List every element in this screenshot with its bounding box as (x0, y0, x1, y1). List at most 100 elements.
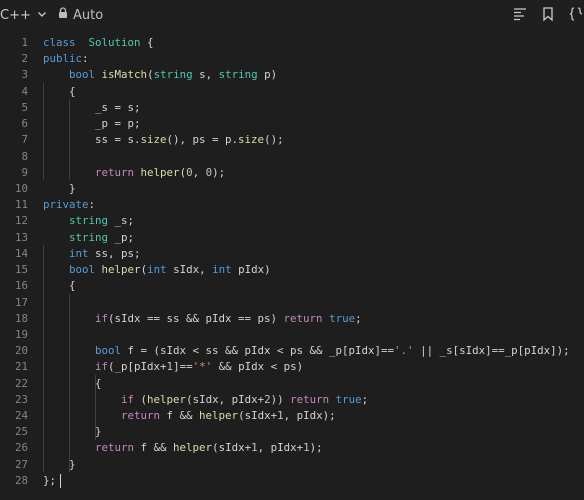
language-select[interactable]: C++ (0, 6, 47, 24)
code-text[interactable]: }; (43, 473, 56, 489)
code-token: s, (192, 68, 219, 82)
code-line: 26 return f && helper(sIdx+1, pIdx+1); (0, 440, 584, 456)
code-token: private (43, 198, 89, 212)
code-token: && pIdx < ps) (212, 360, 304, 374)
language-label: C++ (0, 7, 31, 23)
line-number: 5 (21, 100, 28, 114)
code-text[interactable]: string _s; (43, 213, 134, 229)
code-token: if (95, 360, 109, 374)
code-line: 9 return helper(0, 0); (0, 165, 584, 181)
code-token: , pIdx+ (257, 441, 304, 455)
line-number: 7 (21, 133, 28, 147)
line-number: 11 (14, 198, 28, 212)
code-text[interactable]: bool f = (sIdx < ss && pIdx < ps && _p[p… (43, 343, 570, 359)
code-token: (_p[pIdx+ (108, 360, 167, 374)
text-cursor (60, 474, 61, 488)
code-editor[interactable]: 1 class Solution {2 public: 3 bool isMatch(… (0, 30, 584, 500)
code-token: string (69, 214, 109, 228)
code-line: 8 (0, 149, 584, 165)
code-token: )) (270, 392, 284, 406)
code-text[interactable]: bool isMatch(string s, string p) (43, 67, 277, 83)
code-text[interactable]: return f && helper(sIdx+1, pIdx+1); (43, 440, 323, 456)
code-token: return (121, 409, 161, 423)
code-text[interactable]: if(_p[pIdx+1]=='*' && pIdx < ps) (43, 359, 303, 375)
code-line: 20 bool f = (sIdx < ss && pIdx < ps && _… (0, 343, 584, 359)
code-token: : (88, 198, 96, 212)
code-text[interactable]: return helper(0, 0); (43, 165, 225, 181)
code-text[interactable]: return f && helper(sIdx+1, pIdx); (43, 408, 336, 424)
line-number: 19 (14, 327, 28, 341)
code-line: 6 _p = p; (0, 116, 584, 132)
code-text[interactable]: public: (43, 51, 89, 67)
code-text[interactable]: { (43, 376, 102, 392)
line-number: 25 (14, 425, 28, 439)
code-token: _p; (108, 230, 135, 244)
code-token: , pIdx); (283, 409, 336, 423)
code-token: helper (173, 441, 213, 455)
code-line: 19 (0, 327, 584, 343)
code-text[interactable]: if (helper(sIdx, pIdx+2)) return true; (43, 392, 368, 408)
code-token: { (43, 376, 102, 390)
code-text[interactable]: { (43, 84, 76, 100)
code-line: 27 } (0, 457, 584, 473)
code-text[interactable]: _p = p; (43, 116, 141, 132)
code-token: { (43, 279, 76, 293)
code-line: 2 public: (0, 51, 584, 67)
code-line: 5 _s = s; (0, 100, 584, 116)
code-token: return (95, 165, 135, 179)
code-lines: 1 class Solution {2 public: 3 bool isMatch(… (0, 35, 584, 489)
code-line: 16 { (0, 278, 584, 294)
bookmark-icon[interactable] (540, 6, 556, 22)
code-text[interactable]: } (43, 181, 76, 197)
code-token: ); (212, 165, 226, 179)
code-token: return (283, 311, 323, 325)
code-token: string (153, 68, 193, 82)
code-text[interactable]: ss = s.size(), ps = p.size(); (43, 132, 284, 148)
code-token: pIdx) (231, 263, 271, 277)
code-token: if (95, 311, 109, 325)
line-number: 12 (14, 214, 28, 228)
code-line: 4 { (0, 84, 584, 100)
code-line: 1 class Solution { (0, 35, 584, 51)
code-token: } (43, 425, 102, 439)
code-text[interactable]: if(sIdx == ss && pIdx == ps) return true… (43, 311, 362, 327)
line-number: 6 (21, 117, 28, 131)
code-text[interactable]: } (43, 457, 76, 473)
code-text[interactable]: _s = s; (43, 100, 141, 116)
code-token: int (69, 246, 89, 260)
code-token: f = (sIdx < ss && pIdx < ps && _p[pIdx]=… (121, 344, 395, 358)
autocomplete-mode[interactable]: Auto (58, 6, 103, 24)
code-text[interactable]: bool helper(int sIdx, int pIdx) (43, 262, 271, 278)
line-number: 16 (14, 279, 28, 293)
code-token: '*' (192, 360, 213, 374)
code-line: 21 if(_p[pIdx+1]=='*' && pIdx < ps) (0, 359, 584, 375)
line-number: 3 (21, 68, 28, 82)
code-token: public (43, 52, 83, 66)
code-token: ]== (173, 360, 193, 374)
line-number: 4 (21, 84, 28, 98)
code-line: 28}; (0, 473, 584, 489)
code-token: ( (134, 392, 148, 406)
line-number: 10 (14, 181, 28, 195)
code-text[interactable]: string _p; (43, 230, 134, 246)
code-text[interactable]: private: (43, 197, 95, 213)
code-token: helper (101, 263, 141, 277)
format-icon[interactable] (512, 6, 528, 22)
code-text[interactable]: class Solution { (43, 35, 154, 51)
code-text[interactable]: } (43, 424, 102, 440)
code-token: (sIdx == ss && pIdx == ps) (108, 311, 284, 325)
braces-icon[interactable] (568, 6, 584, 22)
line-number: 20 (14, 344, 28, 358)
code-text[interactable]: int ss, ps; (43, 246, 141, 262)
code-line: 10 } (0, 181, 584, 197)
code-token: { (140, 36, 154, 49)
code-token: bool (69, 263, 96, 277)
code-text[interactable]: { (43, 278, 76, 294)
